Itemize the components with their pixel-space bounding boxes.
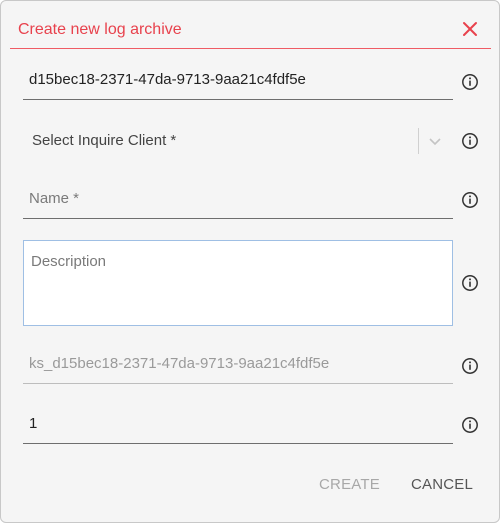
- archive-key-input: [23, 344, 453, 383]
- dialog-header: Create new log archive: [10, 11, 491, 49]
- archive-key-field: [23, 344, 453, 384]
- chevron-down-icon[interactable]: [427, 133, 443, 149]
- description-textarea[interactable]: [24, 241, 452, 325]
- info-icon: [462, 74, 478, 90]
- close-button[interactable]: [459, 18, 481, 40]
- info-icon: [462, 358, 478, 374]
- create-button[interactable]: CREATE: [313, 472, 386, 496]
- dialog-title: Create new log archive: [18, 21, 182, 38]
- archive-id-info-button[interactable]: [461, 73, 479, 91]
- cancel-button[interactable]: CANCEL: [405, 472, 479, 496]
- inquire-client-select[interactable]: Select Inquire Client *: [23, 121, 453, 161]
- description-info-button[interactable]: [461, 274, 479, 292]
- description-field: [23, 240, 453, 326]
- select-separator: [418, 128, 419, 154]
- count-field: [23, 404, 453, 444]
- info-icon: [462, 192, 478, 208]
- name-field: [23, 179, 453, 219]
- info-icon: [462, 275, 478, 291]
- info-icon: [462, 417, 478, 433]
- archive-key-info-button[interactable]: [461, 357, 479, 375]
- archive-id-field: [23, 60, 453, 100]
- create-log-archive-dialog: Create new log archive Select Inquire Cl…: [0, 0, 500, 523]
- close-icon: [463, 22, 477, 36]
- archive-id-input[interactable]: [23, 60, 453, 99]
- info-icon: [462, 133, 478, 149]
- count-info-button[interactable]: [461, 416, 479, 434]
- inquire-client-label: Select Inquire Client *: [32, 132, 177, 149]
- name-input[interactable]: [23, 179, 453, 218]
- count-input[interactable]: [23, 404, 453, 443]
- inquire-client-info-button[interactable]: [461, 132, 479, 150]
- name-info-button[interactable]: [461, 191, 479, 209]
